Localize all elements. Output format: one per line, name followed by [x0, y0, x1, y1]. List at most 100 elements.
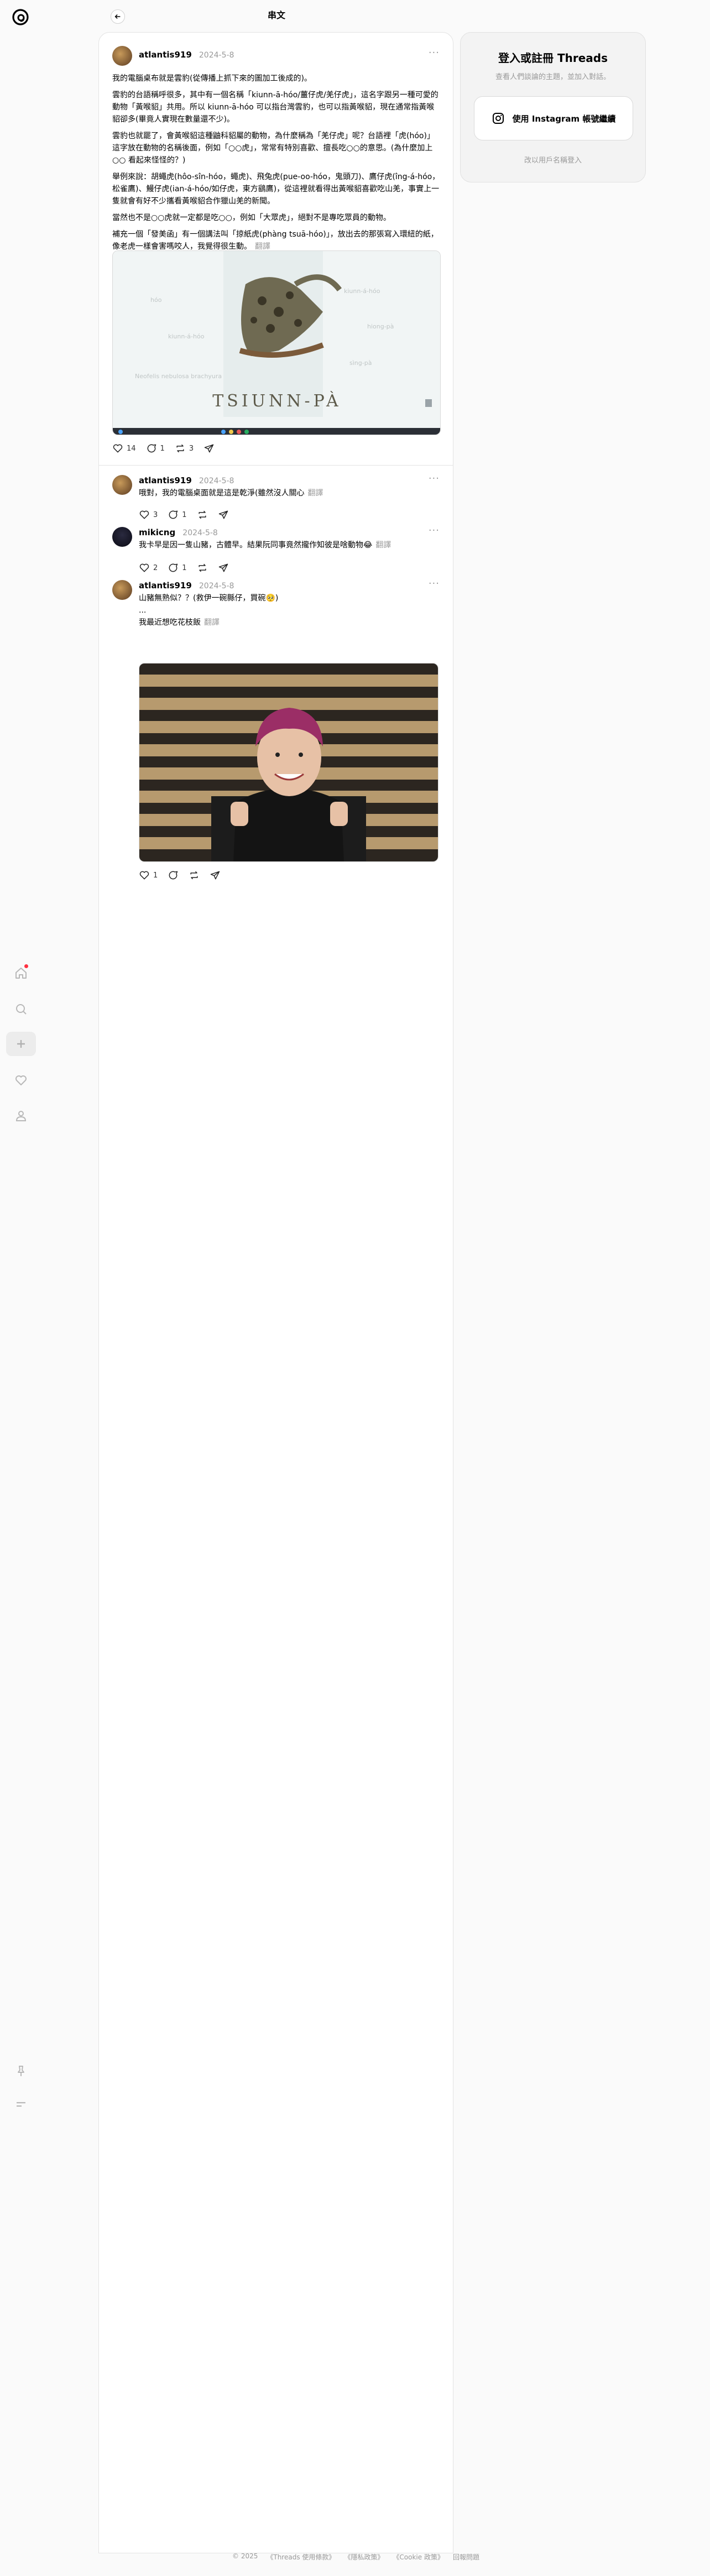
more-options-icon[interactable]: ··· — [429, 473, 440, 484]
comment-button[interactable]: 1 — [168, 509, 187, 520]
pin-icon[interactable] — [10, 2060, 32, 2082]
post-paragraph: 舉例來說：胡蠅虎(hôo-sîn-hóo，蠅虎)、飛兔虎(pue-oo-hóo，… — [112, 173, 440, 206]
reply: mikicng 2024-5-8 ··· 我卡早是因一隻山豬，古體早。結果阮同事… — [99, 522, 453, 572]
post-paragraph: 雲豹的台語稱呼很多，其中有一個名稱「kiunn-ā-hóo/薑仔虎/羌仔虎」，這… — [112, 91, 438, 124]
repost-button[interactable] — [197, 562, 208, 573]
login-title: 登入或註冊 Threads — [498, 51, 608, 65]
image-label: kiunn-á-hóo — [344, 288, 380, 295]
threads-logo-icon[interactable] — [11, 8, 30, 27]
comment-icon — [169, 871, 178, 880]
translate-link[interactable]: 翻譯 — [204, 618, 220, 627]
comment-icon — [169, 510, 178, 519]
comment-button[interactable]: 1 — [146, 443, 165, 454]
reply-text: 哦對，我的電腦桌面就是這是乾淨(雖然沒人關心 翻譯 — [139, 489, 323, 498]
menu-icon[interactable] — [10, 2093, 32, 2115]
like-button[interactable]: 14 — [112, 443, 136, 454]
instagram-login-label: 使用 Instagram 帳號繼續 — [512, 113, 616, 124]
footer-terms-link[interactable]: 《Threads 使用條款》 — [267, 2552, 335, 2562]
like-button[interactable]: 2 — [139, 562, 158, 573]
comment-button[interactable] — [168, 870, 179, 881]
post-paragraph: 當然也不是○○虎就一定都是吃○○，例如「大眾虎」，絕對不是專吃眾員的動物。 — [112, 213, 391, 222]
instagram-icon — [492, 113, 504, 124]
avatar[interactable] — [112, 580, 132, 600]
like-count: 14 — [127, 444, 136, 453]
username-login-link[interactable]: 改以用戶名稱登入 — [461, 154, 645, 165]
divider — [99, 465, 453, 466]
post-date[interactable]: 2024-5-8 — [199, 51, 234, 60]
page-title: 串文 — [267, 10, 285, 20]
repost-count: 3 — [189, 444, 194, 453]
image-label: hóo — [150, 296, 162, 304]
heart-icon — [113, 444, 123, 453]
repost-button[interactable]: 3 — [175, 443, 194, 454]
notification-dot — [24, 964, 28, 968]
post-paragraph: 雲豹也就罷了，會黃喉貂這種鼬科貂屬的動物，為什麼稱為「羌仔虎」呢？台語裡「虎(h… — [112, 132, 435, 165]
instagram-login-button[interactable]: 使用 Instagram 帳號繼續 — [474, 96, 633, 140]
login-subtitle: 查看人們談論的主題，並加入對話。 — [495, 73, 610, 81]
like-count: 3 — [153, 510, 158, 519]
reply-date[interactable]: 2024-5-8 — [199, 582, 234, 591]
image-caption: TSIUNN-PÀ — [212, 391, 342, 411]
search-icon[interactable] — [10, 998, 32, 1020]
main-post: atlantis919 2024-5-8 ··· 我的電腦桌布就是雲豹(從傳播上… — [99, 33, 453, 464]
translate-link[interactable]: 翻譯 — [307, 489, 323, 498]
repost-button[interactable] — [189, 870, 200, 881]
send-icon — [211, 871, 220, 880]
post-paragraph: 補充一個「發美函」有一個講法叫「掠紙虎(phàng tsuā-hóo)」，放出去… — [112, 230, 438, 251]
post-body: 我的電腦桌布就是雲豹(從傳播上抓下來的圖加工後成的)。 雲豹的台語稱呼很多，其中… — [112, 72, 441, 257]
profile-icon[interactable] — [10, 1105, 32, 1127]
comment-count: 1 — [182, 510, 187, 519]
reply-date[interactable]: 2024-5-8 — [182, 529, 218, 537]
share-button[interactable] — [218, 509, 229, 520]
image-label: kiunn-á-hóo — [168, 333, 205, 340]
back-button[interactable] — [111, 9, 125, 24]
comment-icon — [147, 444, 156, 453]
post-image[interactable]: hóo kiunn-á-hóo kiunn-á-hóo Neofelis neb… — [112, 250, 441, 435]
footer-report-link[interactable]: 回報問題 — [453, 2552, 479, 2562]
reply-actions: 2 1 — [139, 562, 229, 573]
thread-column: atlantis919 2024-5-8 ··· 我的電腦桌布就是雲豹(從傳播上… — [98, 32, 453, 2553]
avatar[interactable] — [112, 475, 132, 495]
repost-button[interactable] — [197, 509, 208, 520]
repost-icon — [198, 510, 206, 519]
reply-username[interactable]: mikicng — [139, 527, 175, 537]
avatar[interactable] — [112, 46, 132, 66]
create-icon[interactable] — [6, 1032, 36, 1056]
comment-button[interactable]: 1 — [168, 562, 187, 573]
heart-icon — [139, 510, 149, 519]
translate-link[interactable]: 翻譯 — [255, 242, 270, 251]
footer-privacy-link[interactable]: 《隱私政策》 — [344, 2552, 384, 2562]
reply-actions: 3 1 — [139, 509, 229, 520]
like-count: 2 — [153, 563, 158, 572]
reply-date[interactable]: 2024-5-8 — [199, 477, 234, 485]
heart-icon — [139, 563, 149, 572]
more-options-icon[interactable]: ··· — [429, 47, 440, 59]
share-button[interactable] — [210, 870, 221, 881]
like-button[interactable]: 1 — [139, 870, 158, 881]
translate-link[interactable]: 翻譯 — [375, 541, 391, 550]
arrow-left-icon — [114, 14, 121, 19]
reply-text: 我卡早是因一隻山豬，古體早。結果阮同事竟然攏作知彼是啥動物😂 翻譯 — [139, 541, 391, 550]
share-button[interactable] — [203, 443, 215, 454]
repost-icon — [190, 871, 198, 880]
heart-icon[interactable] — [10, 1069, 32, 1091]
more-options-icon[interactable]: ··· — [429, 578, 440, 589]
like-button[interactable]: 3 — [139, 509, 158, 520]
post-paragraph: 我的電腦桌布就是雲豹(從傳播上抓下來的圖加工後成的)。 — [112, 74, 312, 83]
footer-cookie-link[interactable]: 《Cookie 政策》 — [393, 2552, 444, 2562]
send-icon — [218, 563, 228, 572]
reply-username[interactable]: atlantis919 — [139, 476, 192, 485]
post-actions: 14 1 3 — [112, 443, 215, 454]
home-icon[interactable] — [10, 962, 32, 984]
reply-image[interactable] — [139, 663, 438, 862]
post-username[interactable]: atlantis919 — [139, 50, 192, 60]
footer: © 2025 《Threads 使用條款》 《隱私政策》 《Cookie 政策》… — [232, 2552, 479, 2562]
login-card: 登入或註冊 Threads 查看人們談論的主題，並加入對話。 使用 Instag… — [460, 32, 646, 182]
share-button[interactable] — [218, 562, 229, 573]
image-label: hiong-pà — [367, 323, 394, 330]
reply-actions: 1 — [139, 870, 221, 881]
avatar[interactable] — [112, 527, 132, 547]
reply-username[interactable]: atlantis919 — [139, 581, 192, 591]
send-icon — [204, 444, 214, 453]
more-options-icon[interactable]: ··· — [429, 525, 440, 536]
